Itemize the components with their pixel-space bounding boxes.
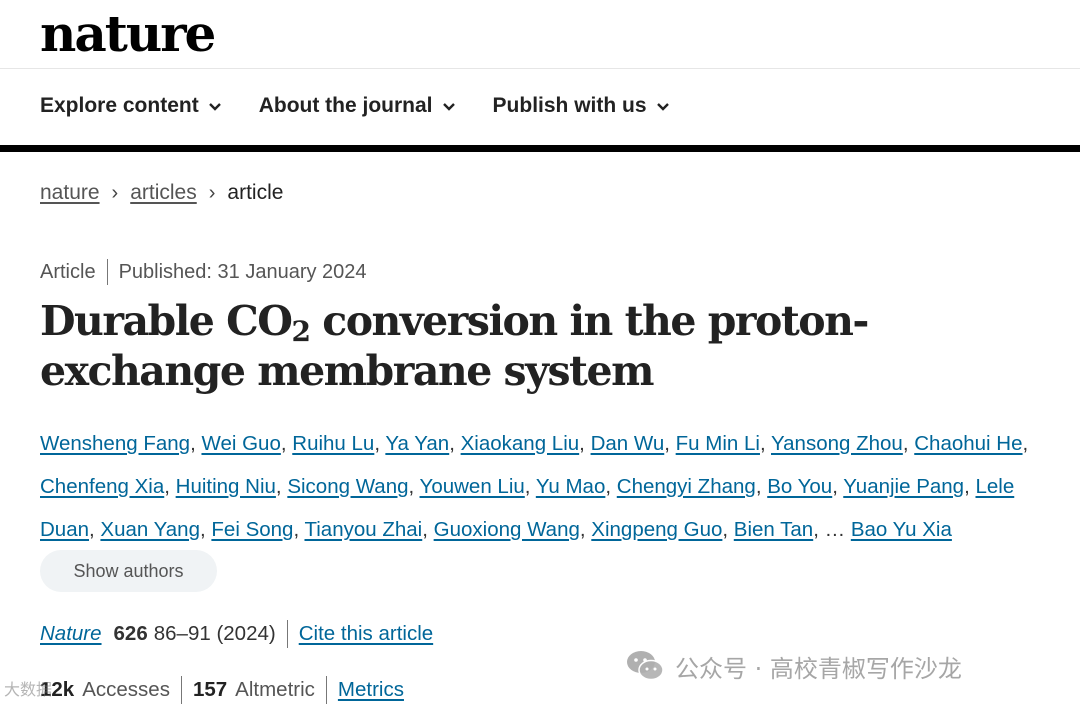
author-link[interactable]: Sicong Wang — [287, 475, 408, 498]
watermark-text: 公众号 · 高校青椒写作沙龙 — [675, 654, 962, 683]
metrics-link[interactable]: Metrics — [338, 678, 404, 702]
author-link[interactable]: Xiaokang Liu — [461, 432, 580, 455]
article-meta: Article Published: 31 January 2024 — [40, 259, 367, 285]
author-link[interactable]: Guoxiong Wang — [434, 518, 580, 541]
author-link[interactable]: Huiting Niu — [176, 475, 276, 498]
author-ellipsis: … — [824, 518, 846, 541]
stats-divider — [180, 676, 182, 704]
author-link[interactable]: Yansong Zhou — [771, 432, 903, 455]
journal-link[interactable]: Nature — [40, 622, 102, 646]
author-link[interactable]: Youwen Liu — [420, 475, 525, 498]
journal-volume: 626 — [113, 622, 148, 645]
main-nav: Explore content About the journal Publis… — [40, 94, 671, 118]
nav-about-journal-label: About the journal — [258, 94, 433, 117]
title-subscript: 2 — [291, 315, 310, 348]
stats-divider — [325, 676, 327, 704]
breadcrumb-nature[interactable]: nature — [40, 181, 100, 205]
citation-divider — [286, 620, 288, 648]
author-link[interactable]: Bo You — [767, 475, 832, 498]
chevron-right-icon: › — [111, 181, 119, 204]
author-link[interactable]: Wensheng Fang — [40, 432, 190, 455]
author-link[interactable]: Yu Mao — [536, 475, 606, 498]
published-date: Published: 31 January 2024 — [118, 260, 367, 283]
nav-publish-with-us[interactable]: Publish with us — [493, 94, 671, 118]
header-black-bar — [0, 145, 1080, 152]
nav-explore-content-label: Explore content — [40, 94, 199, 117]
altmetric-value: 157 — [192, 678, 228, 701]
pages-year: 86–91 (2024) — [153, 622, 276, 645]
altmetric-label: Altmetric — [235, 678, 315, 701]
meta-divider — [106, 259, 108, 285]
show-authors-button[interactable]: Show authors — [40, 550, 217, 592]
author-link[interactable]: Dan Wu — [591, 432, 665, 455]
watermark-left-text: 大数据 — [4, 682, 53, 699]
author-link[interactable]: Ya Yan — [385, 432, 449, 455]
wechat-icon — [627, 651, 664, 681]
accesses-label: Accesses — [82, 678, 170, 701]
author-link[interactable]: Tianyou Zhai — [304, 518, 422, 541]
article-type: Article — [40, 260, 96, 283]
left-watermark: 大数据 — [4, 676, 52, 700]
breadcrumb: nature › articles › article — [40, 181, 283, 205]
author-link[interactable]: Wei Guo — [201, 432, 280, 455]
author-link[interactable]: Bien Tan — [734, 518, 813, 541]
chevron-right-icon: › — [208, 181, 216, 204]
breadcrumb-current: article — [227, 181, 284, 204]
breadcrumb-articles[interactable]: articles — [130, 181, 197, 205]
nature-logo[interactable]: nature — [40, 4, 216, 63]
nav-about-journal[interactable]: About the journal — [259, 94, 457, 118]
author-link[interactable]: Fei Song — [211, 518, 293, 541]
author-link[interactable]: Chenfeng Xia — [40, 475, 164, 498]
header-divider — [0, 68, 1080, 69]
chevron-down-icon — [656, 103, 669, 111]
author-list: Wensheng Fang, Wei Guo, Ruihu Lu, Ya Yan… — [40, 432, 1029, 541]
title-part-1: Durable CO — [40, 297, 293, 345]
author-link[interactable]: Ruihu Lu — [292, 432, 374, 455]
article-title: Durable CO2 conversion in the proton-exc… — [40, 296, 1040, 396]
chevron-down-icon — [442, 103, 455, 111]
author-link[interactable]: Xuan Yang — [100, 518, 200, 541]
author-link[interactable]: Yuanjie Pang — [843, 475, 964, 498]
author-link[interactable]: Bao Yu Xia — [851, 518, 952, 541]
author-link[interactable]: Chengyi Zhang — [617, 475, 756, 498]
chevron-down-icon — [208, 103, 221, 111]
author-link[interactable]: Xingpeng Guo — [591, 518, 722, 541]
author-link[interactable]: Fu Min Li — [676, 432, 760, 455]
cite-this-article-link[interactable]: Cite this article — [299, 622, 433, 646]
author-link[interactable]: Chaohui He — [914, 432, 1022, 455]
article-metrics: 12k Accesses 157 Altmetric Metrics — [40, 676, 404, 704]
nav-explore-content[interactable]: Explore content — [40, 94, 223, 118]
citation-line: Nature 626 86–91 (2024) Cite this articl… — [40, 620, 433, 648]
wechat-watermark: 公众号 · 高校青椒写作沙龙 — [625, 648, 962, 684]
nav-publish-with-us-label: Publish with us — [492, 94, 647, 117]
